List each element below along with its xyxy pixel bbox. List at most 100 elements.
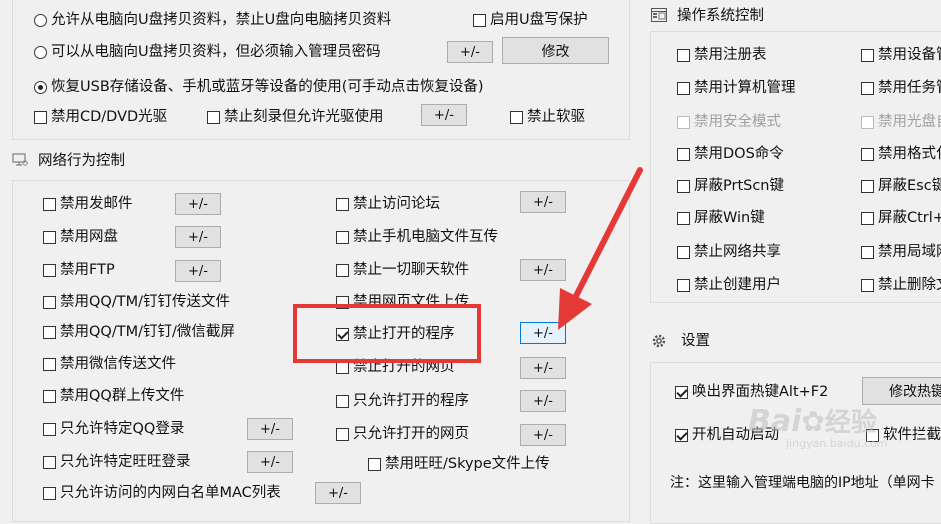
allow-webpages-plus-minus-button[interactable]: +/- bbox=[520, 424, 566, 446]
checkbox[interactable] bbox=[677, 245, 690, 259]
intranet-mac-whitelist-checkbox[interactable]: 只允许访问的内网白名单MAC列表 bbox=[43, 484, 281, 502]
disable-device-manager-checkbox[interactable]: 禁用设备管 bbox=[861, 46, 941, 64]
checkbox[interactable] bbox=[677, 179, 690, 193]
checkbox[interactable] bbox=[43, 455, 56, 469]
checkbox[interactable] bbox=[43, 389, 56, 403]
checkbox[interactable] bbox=[675, 428, 688, 442]
disable-wangwang-skype-upload-checkbox[interactable]: 禁用旺旺/Skype文件上传 bbox=[368, 455, 550, 473]
block-all-chat-checkbox[interactable]: 禁止一切聊天软件 bbox=[336, 261, 469, 279]
disable-wechat-file-checkbox[interactable]: 禁用微信传送文件 bbox=[43, 355, 176, 373]
disable-qq-screenshot-checkbox[interactable]: 禁用QQ/TM/钉钉/微信截屏 bbox=[43, 323, 235, 341]
disable-burn-checkbox[interactable]: 禁止刻录但允许光驱使用 bbox=[207, 108, 384, 126]
webpages-plus-minus-button[interactable]: +/- bbox=[520, 357, 566, 379]
email-plus-minus-button[interactable]: +/- bbox=[175, 193, 221, 215]
disable-netdisk-checkbox[interactable]: 禁用网盘 bbox=[43, 228, 118, 246]
checkbox-label: 只允许特定旺旺登录 bbox=[60, 454, 191, 470]
disable-format-checkbox[interactable]: 禁用格式化 bbox=[861, 145, 941, 163]
specific-wangwang-plus-minus-button[interactable]: +/- bbox=[247, 451, 293, 473]
modify-hotkey-button[interactable]: 修改热键 bbox=[862, 377, 941, 405]
block-esc-key-checkbox[interactable]: 屏蔽Esc键 bbox=[861, 177, 941, 195]
checkbox[interactable] bbox=[207, 110, 220, 124]
checkbox[interactable] bbox=[336, 427, 349, 441]
block-create-user-checkbox[interactable]: 禁止创建用户 bbox=[677, 276, 781, 294]
checkbox[interactable] bbox=[861, 81, 874, 95]
checkbox[interactable] bbox=[677, 147, 690, 161]
checkbox-label: 禁止网络共享 bbox=[694, 244, 781, 260]
usb-radio-restore-devices[interactable]: 恢复USB存储设备、手机或蓝牙等设备的使用(可手动点击恢复设备) bbox=[34, 78, 484, 96]
checkbox-label: 只允许打开的程序 bbox=[353, 393, 469, 409]
radio-button[interactable] bbox=[34, 45, 47, 59]
usb-radio-allow-pc-to-usb[interactable]: 允许从电脑向U盘拷贝资料，禁止U盘向电脑拷贝资料 bbox=[34, 11, 391, 29]
checkbox[interactable] bbox=[43, 357, 56, 371]
disable-computer-management-checkbox[interactable]: 禁用计算机管理 bbox=[677, 79, 796, 97]
disable-lan-checkbox[interactable]: 禁用局域网 bbox=[861, 243, 941, 261]
hotkey-checkbox[interactable]: 唤出界面热键Alt+F2 bbox=[675, 383, 828, 401]
allow-specific-qq-checkbox[interactable]: 只允许特定QQ登录 bbox=[43, 420, 184, 438]
checkbox-label: 禁用CD/DVD光驱 bbox=[51, 109, 168, 125]
checkbox[interactable] bbox=[677, 81, 690, 95]
block-delete-file-checkbox[interactable]: 禁止删除文 bbox=[861, 276, 941, 294]
block-win-key-checkbox[interactable]: 屏蔽Win键 bbox=[677, 209, 765, 227]
checkbox-label: 禁用发邮件 bbox=[60, 196, 133, 212]
checkbox[interactable] bbox=[861, 245, 874, 259]
checkbox[interactable] bbox=[473, 13, 486, 27]
checkbox[interactable] bbox=[861, 48, 874, 62]
allow-specific-wangwang-checkbox[interactable]: 只允许特定旺旺登录 bbox=[43, 453, 191, 471]
checkbox[interactable] bbox=[677, 211, 690, 225]
block-forum-checkbox[interactable]: 禁止访问论坛 bbox=[336, 195, 440, 213]
checkbox[interactable] bbox=[43, 422, 56, 436]
ftp-plus-minus-button[interactable]: +/- bbox=[175, 260, 221, 282]
radio-button[interactable] bbox=[34, 13, 47, 27]
checkbox[interactable] bbox=[510, 110, 523, 124]
checkbox[interactable] bbox=[675, 385, 688, 399]
checkbox[interactable] bbox=[336, 263, 349, 277]
usb-modify-button[interactable]: 修改 bbox=[502, 37, 609, 64]
checkbox[interactable] bbox=[43, 295, 56, 309]
disable-task-manager-checkbox[interactable]: 禁用任务管 bbox=[861, 79, 941, 97]
checkbox-label: 禁用FTP bbox=[60, 262, 115, 278]
checkbox[interactable] bbox=[368, 457, 381, 471]
checkbox[interactable] bbox=[43, 197, 56, 211]
allow-programs-checkbox[interactable]: 只允许打开的程序 bbox=[336, 392, 469, 410]
checkbox[interactable] bbox=[861, 211, 874, 225]
checkbox[interactable] bbox=[43, 230, 56, 244]
usb-write-protect-checkbox[interactable]: 启用U盘写保护 bbox=[473, 11, 588, 29]
usb-radio-need-password[interactable]: 可以从电脑向U盘拷贝资料，但必须输入管理员密码 bbox=[34, 43, 381, 61]
allow-programs-plus-minus-button[interactable]: +/- bbox=[520, 390, 566, 412]
block-ctrl-key-checkbox[interactable]: 屏蔽Ctrl+ bbox=[861, 209, 941, 227]
disable-dos-checkbox[interactable]: 禁用DOS命令 bbox=[677, 145, 784, 163]
radio-button[interactable] bbox=[34, 80, 47, 94]
disable-cd-dvd-checkbox[interactable]: 禁用CD/DVD光驱 bbox=[34, 108, 167, 126]
block-network-share-checkbox[interactable]: 禁止网络共享 bbox=[677, 243, 781, 261]
checkbox[interactable] bbox=[336, 197, 349, 211]
gear-icon bbox=[651, 333, 667, 347]
disable-qq-group-upload-checkbox[interactable]: 禁用QQ群上传文件 bbox=[43, 387, 184, 405]
checkbox[interactable] bbox=[677, 278, 690, 292]
block-prtscn-checkbox[interactable]: 屏蔽PrtScn键 bbox=[677, 177, 784, 195]
checkbox[interactable] bbox=[43, 325, 56, 339]
checkbox[interactable] bbox=[43, 486, 56, 500]
checkbox[interactable] bbox=[861, 179, 874, 193]
disable-qq-file-transfer-checkbox[interactable]: 禁用QQ/TM/钉钉传送文件 bbox=[43, 293, 230, 311]
checkbox[interactable] bbox=[34, 110, 47, 124]
disable-email-checkbox[interactable]: 禁用发邮件 bbox=[43, 195, 133, 213]
usb-password-plus-minus-button[interactable]: +/- bbox=[447, 41, 493, 63]
checkbox[interactable] bbox=[861, 147, 874, 161]
checkbox[interactable] bbox=[861, 278, 874, 292]
disable-safe-mode-checkbox: 禁用安全模式 bbox=[677, 113, 781, 131]
block-phone-pc-transfer-checkbox[interactable]: 禁止手机电脑文件互传 bbox=[336, 228, 498, 246]
disable-floppy-checkbox[interactable]: 禁止软驱 bbox=[510, 108, 585, 126]
checkbox[interactable] bbox=[336, 230, 349, 244]
specific-qq-plus-minus-button[interactable]: +/- bbox=[247, 418, 293, 440]
checkbox-label: 禁用格式化 bbox=[878, 146, 941, 162]
checkbox-label: 禁用任务管 bbox=[878, 80, 941, 96]
allow-webpages-checkbox[interactable]: 只允许打开的网页 bbox=[336, 425, 469, 443]
burn-plus-minus-button[interactable]: +/- bbox=[421, 104, 467, 126]
checkbox[interactable] bbox=[677, 48, 690, 62]
checkbox[interactable] bbox=[43, 263, 56, 277]
disable-registry-checkbox[interactable]: 禁用注册表 bbox=[677, 46, 767, 64]
mac-whitelist-plus-minus-button[interactable]: +/- bbox=[315, 482, 361, 504]
netdisk-plus-minus-button[interactable]: +/- bbox=[175, 226, 221, 248]
disable-ftp-checkbox[interactable]: 禁用FTP bbox=[43, 261, 115, 279]
checkbox[interactable] bbox=[336, 394, 349, 408]
